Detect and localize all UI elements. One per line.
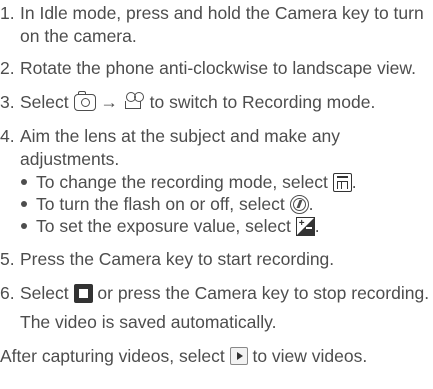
step-number: 1. [0, 3, 15, 23]
bullet-text: To turn the flash on or off, select [36, 194, 285, 214]
play-icon [229, 347, 248, 365]
step-6: 6. Select or press the Camera key to sto… [0, 282, 433, 305]
bullet-text: To change the recording mode, select [36, 172, 328, 192]
bullet-end: . [314, 216, 320, 236]
bullet-item: To turn the flash on or off, select . [20, 193, 433, 215]
step-text: Aim the lens at the subject and make any… [20, 126, 341, 169]
recording-mode-icon [123, 92, 145, 110]
instruction-page: 1. In Idle mode, press and hold the Came… [0, 0, 433, 368]
step-3: 3. Select → to switch to Recording mode. [0, 91, 433, 114]
bullet-dot [21, 201, 27, 207]
step-text-after: or press the Camera key to stop recordin… [97, 283, 430, 303]
step-number: 3. [0, 92, 15, 112]
step-2: 2. Rotate the phone anti-clockwise to la… [0, 57, 433, 80]
bullet-list: To change the recording mode, select . T… [20, 171, 433, 237]
bullet-end: . [308, 194, 314, 214]
step-text-after: to switch to Recording mode. [149, 92, 376, 112]
camera-mode-icon [73, 91, 96, 111]
stop-icon [73, 284, 93, 303]
step-5: 5. Press the Camera key to start recordi… [0, 248, 433, 271]
footer-text: After capturing videos, select to view v… [0, 345, 433, 368]
step-text: In Idle mode, press and hold the Camera … [20, 3, 424, 46]
bullet-item: To set the exposure value, select +. [20, 215, 433, 237]
arrow-glyph: → [100, 92, 118, 112]
step-number: 2. [0, 58, 15, 78]
step-1: 1. In Idle mode, press and hold the Came… [0, 2, 433, 48]
bullet-dot [21, 179, 27, 185]
step-text: Press the Camera key to start recording. [20, 249, 335, 269]
step-text: Rotate the phone anti-clockwise to lands… [20, 58, 416, 78]
record-mode-setting-icon [332, 173, 352, 192]
step-text-before: Select [20, 283, 69, 303]
footer-text-after: to view videos. [252, 346, 368, 366]
step-4: 4. Aim the lens at the subject and make … [0, 125, 433, 237]
exposure-value-icon: + [295, 217, 315, 236]
step-number: 6. [0, 283, 15, 303]
step-number: 4. [0, 126, 15, 146]
flash-icon [289, 195, 309, 214]
step-note: The video is saved automatically. [20, 312, 277, 332]
bullet-dot [21, 223, 27, 229]
bullet-item: To change the recording mode, select . [20, 171, 433, 193]
step-number: 5. [0, 249, 15, 269]
step-text-before: Select [20, 92, 69, 112]
footer-text-before: After capturing videos, select [0, 346, 225, 366]
bullet-end: . [351, 172, 357, 192]
bullet-text: To set the exposure value, select [36, 216, 291, 236]
